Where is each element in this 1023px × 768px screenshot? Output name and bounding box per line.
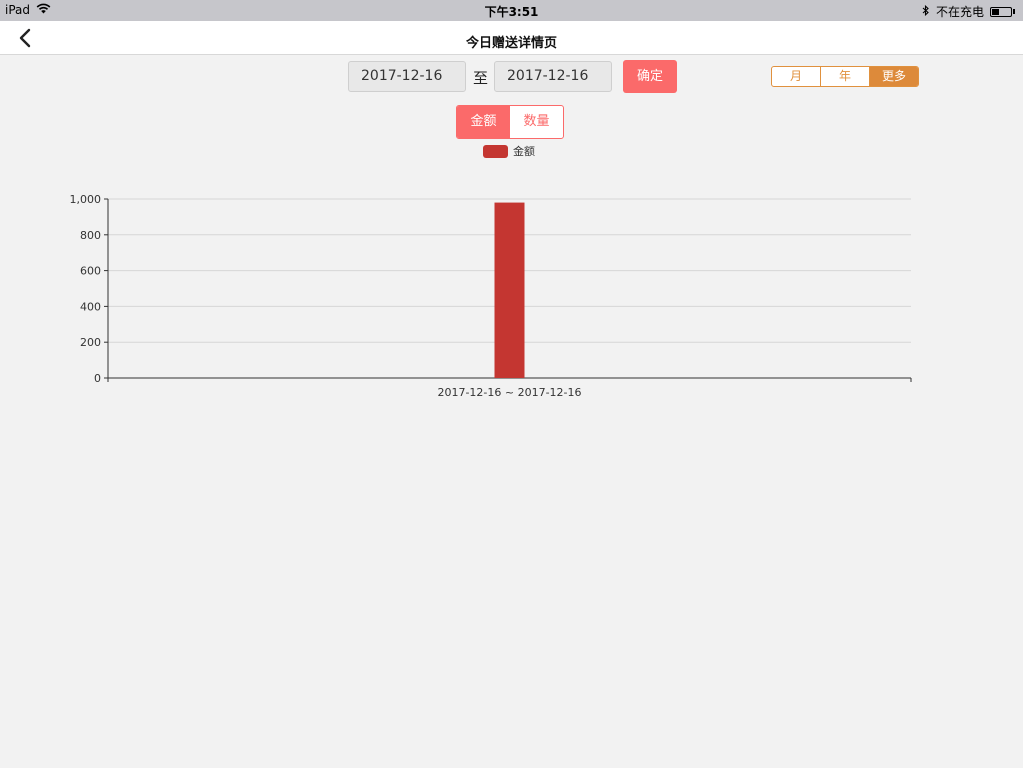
y-tick-label: 400 xyxy=(80,300,101,313)
x-tick-label: 2017-12-16 ~ 2017-12-16 xyxy=(437,386,581,399)
y-tick-label: 600 xyxy=(80,265,101,278)
y-tick-label: 1,000 xyxy=(70,193,102,206)
bar-chart: 0 200 400 600 800 1,000 2017-12-16 ~ 2017-12-1… xyxy=(70,193,912,399)
y-tick-label: 0 xyxy=(94,372,101,385)
y-tick-label: 200 xyxy=(80,336,101,349)
bar xyxy=(494,202,525,378)
y-tick-label: 800 xyxy=(80,229,101,242)
